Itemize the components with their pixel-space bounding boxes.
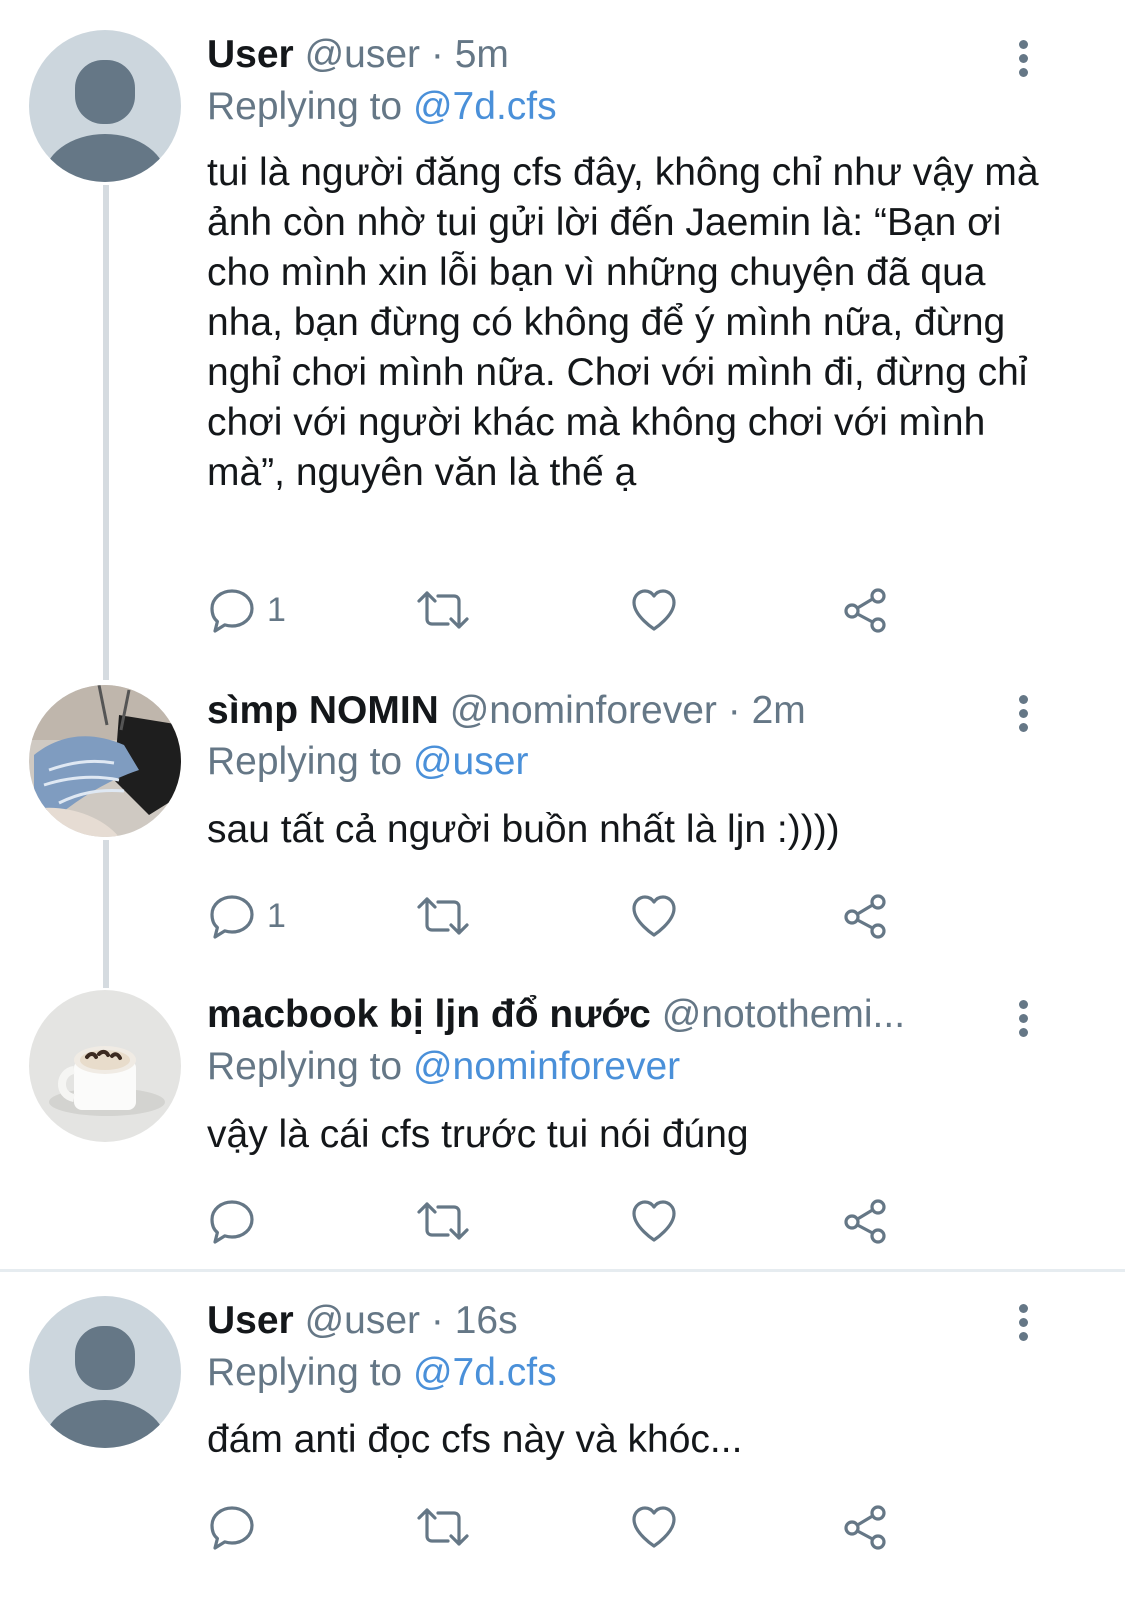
reply-icon: [210, 1506, 254, 1550]
tweet-header: sìmp NOMIN @nominforever · 2m: [207, 688, 987, 734]
separator: ·: [727, 689, 741, 732]
replying-to-label: Replying to: [207, 85, 403, 128]
replying-to-label: Replying to: [207, 1045, 403, 1088]
action-bar: [207, 1196, 907, 1246]
user-handle[interactable]: @notothemi...: [662, 993, 905, 1036]
retweet-icon: [417, 591, 469, 629]
share-button[interactable]: [841, 1196, 891, 1246]
tweet-header: User @user · 5m: [207, 32, 987, 78]
tweet-text: sau tất cả người buồn nhất là ljn :)))): [207, 808, 840, 851]
action-bar: 1: [207, 891, 907, 941]
display-name[interactable]: sìmp NOMIN: [207, 689, 439, 732]
display-name[interactable]: User: [207, 1299, 294, 1342]
default-avatar-icon: [29, 30, 181, 182]
timestamp[interactable]: 2m: [752, 689, 806, 732]
reply-count: 1: [267, 590, 286, 629]
share-icon: [844, 1199, 886, 1244]
replying-to: Replying to @user: [207, 739, 528, 785]
like-icon: [632, 895, 676, 937]
user-handle[interactable]: @nominforever: [450, 689, 717, 732]
tweet-text: đám anti đọc cfs này và khóc...: [207, 1418, 743, 1461]
share-icon: [844, 588, 886, 633]
reply-button[interactable]: 1: [207, 891, 286, 941]
retweet-button[interactable]: [415, 891, 471, 941]
more-options-icon[interactable]: [1010, 1000, 1036, 1040]
more-options-icon[interactable]: [1010, 695, 1036, 735]
retweet-button[interactable]: [415, 585, 471, 635]
tweet[interactable]: macbook bị ljn đổ nước @notothemi... Rep…: [0, 970, 1125, 1270]
like-button[interactable]: [629, 891, 679, 941]
display-name[interactable]: User: [207, 33, 294, 76]
replying-to-label: Replying to: [207, 1351, 403, 1394]
reply-count: 1: [267, 896, 286, 935]
more-options-icon[interactable]: [1010, 40, 1036, 80]
user-handle[interactable]: @user: [305, 33, 420, 76]
tweet-header: macbook bị ljn đổ nước @notothemi...: [207, 992, 977, 1038]
separator: ·: [430, 33, 444, 76]
photo-avatar-coffee-mug-icon: [29, 990, 181, 1142]
share-button[interactable]: [841, 585, 891, 635]
tweet[interactable]: sìmp NOMIN @nominforever · 2m Replying t…: [0, 660, 1125, 970]
tweet[interactable]: User @user · 5m Replying to @7d.cfs tui …: [0, 0, 1125, 660]
tweet-header: User @user · 16s: [207, 1298, 987, 1344]
replying-to-label: Replying to: [207, 740, 403, 783]
replying-to: Replying to @7d.cfs: [207, 84, 557, 130]
default-avatar-icon: [29, 1296, 181, 1448]
avatar[interactable]: [29, 685, 181, 837]
user-handle[interactable]: @user: [305, 1299, 420, 1342]
reply-button[interactable]: [207, 1502, 257, 1552]
replying-to-mention[interactable]: @nominforever: [413, 1045, 680, 1088]
timestamp[interactable]: 5m: [455, 33, 509, 76]
replying-to-mention[interactable]: @7d.cfs: [413, 85, 557, 128]
retweet-button[interactable]: [415, 1502, 471, 1552]
photo-avatar-legs-icon: [29, 685, 181, 837]
avatar[interactable]: [29, 1296, 181, 1448]
replying-to: Replying to @7d.cfs: [207, 1350, 557, 1396]
retweet-button[interactable]: [415, 1196, 471, 1246]
reply-icon: [210, 589, 254, 633]
like-icon: [632, 1506, 676, 1548]
action-bar: [207, 1502, 907, 1552]
timestamp[interactable]: 16s: [455, 1299, 518, 1342]
reply-button[interactable]: 1: [207, 585, 286, 635]
separator: ·: [430, 1299, 444, 1342]
display-name[interactable]: macbook bị ljn đổ nước: [207, 993, 651, 1036]
retweet-icon: [417, 897, 469, 935]
replying-to-mention[interactable]: @user: [413, 740, 528, 783]
like-button[interactable]: [629, 1502, 679, 1552]
share-button[interactable]: [841, 1502, 891, 1552]
more-options-icon[interactable]: [1010, 1304, 1036, 1344]
like-button[interactable]: [629, 1196, 679, 1246]
replying-to: Replying to @nominforever: [207, 1044, 680, 1090]
replying-to-mention[interactable]: @7d.cfs: [413, 1351, 557, 1394]
avatar[interactable]: [29, 30, 181, 182]
reply-button[interactable]: [207, 1196, 257, 1246]
like-button[interactable]: [629, 585, 679, 635]
share-button[interactable]: [841, 891, 891, 941]
retweet-icon: [417, 1202, 469, 1240]
reply-icon: [210, 895, 254, 939]
reply-icon: [210, 1200, 254, 1244]
retweet-icon: [417, 1508, 469, 1546]
like-icon: [632, 1200, 676, 1242]
tweet-text: tui là người đăng cfs đây, không chỉ như…: [207, 151, 1039, 494]
tweet-text: vậy là cái cfs trước tui nói đúng: [207, 1113, 749, 1156]
avatar[interactable]: [29, 990, 181, 1142]
share-icon: [844, 894, 886, 939]
share-icon: [844, 1505, 886, 1550]
action-bar: 1: [207, 585, 907, 635]
tweet[interactable]: User @user · 16s Replying to @7d.cfs đám…: [0, 1272, 1125, 1601]
like-icon: [632, 589, 676, 631]
